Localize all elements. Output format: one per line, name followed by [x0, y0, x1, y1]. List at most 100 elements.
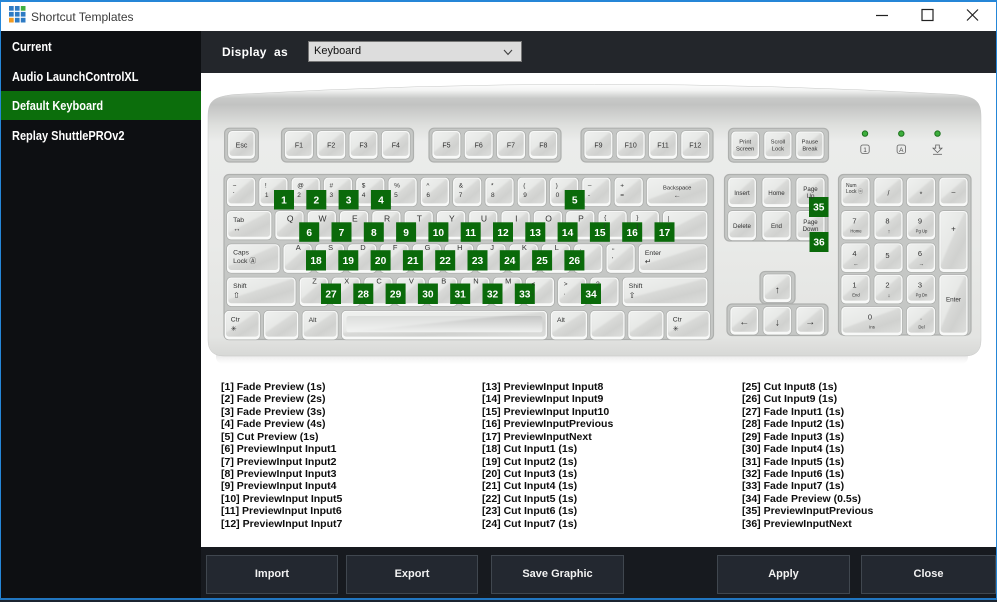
svg-text:Q: Q: [287, 214, 294, 224]
svg-text:N: N: [473, 277, 478, 286]
svg-text:Shift: Shift: [629, 283, 643, 290]
svg-text:35: 35: [813, 203, 825, 214]
svg-text:8: 8: [885, 217, 889, 226]
svg-text:M: M: [505, 277, 511, 286]
svg-text:32: 32: [487, 289, 499, 300]
svg-text:34: 34: [585, 289, 597, 300]
svg-text:,: ,: [531, 290, 533, 297]
svg-text:F1: F1: [295, 143, 303, 150]
svg-text:1: 1: [265, 192, 269, 199]
svg-text:P: P: [578, 214, 584, 224]
svg-text:F2: F2: [327, 143, 335, 150]
svg-text:-: -: [588, 192, 590, 199]
svg-text:0: 0: [868, 313, 872, 322]
svg-text:O: O: [545, 214, 552, 224]
svg-text:Down: Down: [803, 226, 819, 233]
svg-text:→: →: [805, 317, 815, 328]
svg-text:23: 23: [472, 256, 484, 267]
svg-text:J: J: [490, 243, 494, 252]
svg-text:17: 17: [659, 228, 671, 239]
svg-text:T: T: [417, 214, 422, 224]
svg-text::: :: [580, 248, 582, 255]
svg-text:Break: Break: [802, 147, 817, 153]
svg-text:6: 6: [918, 249, 922, 258]
svg-text:⇧: ⇧: [629, 291, 636, 300]
svg-text:←: ←: [674, 192, 681, 199]
svg-text:B: B: [441, 277, 446, 286]
svg-text:A: A: [296, 243, 301, 252]
svg-text:G: G: [425, 243, 431, 252]
svg-text:3: 3: [346, 195, 352, 206]
svg-text:↓: ↓: [775, 318, 780, 329]
svg-text:V: V: [409, 277, 414, 286]
svg-text:*: *: [920, 191, 923, 198]
svg-text:W: W: [318, 214, 326, 224]
svg-text:$: $: [362, 182, 366, 189]
svg-text:End: End: [852, 293, 860, 298]
svg-text:.: .: [920, 313, 922, 322]
svg-text:9: 9: [918, 217, 922, 226]
svg-text:I: I: [515, 214, 517, 224]
svg-text:4: 4: [378, 195, 384, 206]
svg-text:Home: Home: [768, 190, 785, 197]
svg-text:2: 2: [313, 195, 319, 206]
svg-text:15: 15: [594, 228, 606, 239]
svg-text:Lock ⓞ: Lock ⓞ: [846, 188, 863, 195]
svg-text:Page: Page: [803, 186, 818, 193]
svg-text:30: 30: [422, 289, 434, 300]
svg-text:Caps: Caps: [233, 249, 249, 256]
svg-text:Up: Up: [807, 193, 815, 200]
svg-text:F8: F8: [539, 143, 547, 150]
svg-text:X: X: [344, 277, 349, 286]
svg-text:Esc: Esc: [236, 143, 248, 150]
svg-text:Enter: Enter: [946, 297, 961, 304]
svg-text:31: 31: [455, 289, 467, 300]
svg-text:K: K: [522, 243, 527, 252]
svg-text:16: 16: [627, 228, 639, 239]
svg-text:F12: F12: [689, 143, 701, 150]
svg-text:!: !: [265, 182, 267, 189]
svg-text:Pg Dn: Pg Dn: [916, 293, 928, 298]
svg-text:Home: Home: [850, 229, 862, 234]
svg-text:': ': [612, 256, 613, 263]
svg-text:+: +: [620, 182, 624, 189]
svg-text:F3: F3: [359, 143, 367, 150]
svg-text:Pg Up: Pg Up: [916, 229, 928, 234]
svg-text:↔: ↔: [233, 224, 241, 233]
svg-text:Screen: Screen: [736, 147, 754, 153]
svg-text:–: –: [952, 189, 956, 196]
svg-text:✳: ✳: [231, 325, 237, 333]
svg-text:36: 36: [813, 238, 825, 249]
svg-text:Ctr: Ctr: [673, 317, 683, 324]
svg-text:6: 6: [306, 228, 312, 239]
svg-text:F4: F4: [392, 143, 400, 150]
svg-text:?: ?: [596, 281, 600, 288]
svg-text:↵: ↵: [645, 257, 651, 266]
svg-text:+: +: [951, 225, 956, 234]
svg-text:Lock: Lock: [772, 147, 784, 153]
svg-text:.: .: [564, 290, 566, 297]
svg-text:Delete: Delete: [733, 223, 751, 230]
svg-text:20: 20: [375, 256, 387, 267]
svg-text:5: 5: [885, 251, 889, 260]
svg-text:2: 2: [297, 192, 301, 199]
svg-text:←: ←: [739, 317, 749, 328]
svg-text:33: 33: [519, 289, 531, 300]
svg-text:←: ←: [853, 262, 859, 268]
svg-text:7: 7: [339, 228, 345, 239]
svg-text:2: 2: [885, 281, 889, 290]
svg-text:F11: F11: [657, 143, 669, 150]
svg-text:7: 7: [459, 192, 463, 199]
svg-text:7: 7: [852, 217, 856, 226]
svg-text:End: End: [771, 223, 783, 230]
svg-text:Ctr: Ctr: [231, 317, 241, 324]
svg-text:/: /: [888, 190, 890, 197]
svg-text:11: 11: [465, 228, 476, 239]
svg-text:0: 0: [556, 192, 560, 199]
svg-text:Pause: Pause: [802, 140, 818, 146]
svg-text:3: 3: [918, 281, 922, 290]
svg-text:Enter: Enter: [645, 250, 662, 257]
svg-text:F: F: [393, 243, 398, 252]
svg-text:–: –: [588, 182, 592, 189]
svg-text:12: 12: [497, 228, 509, 239]
